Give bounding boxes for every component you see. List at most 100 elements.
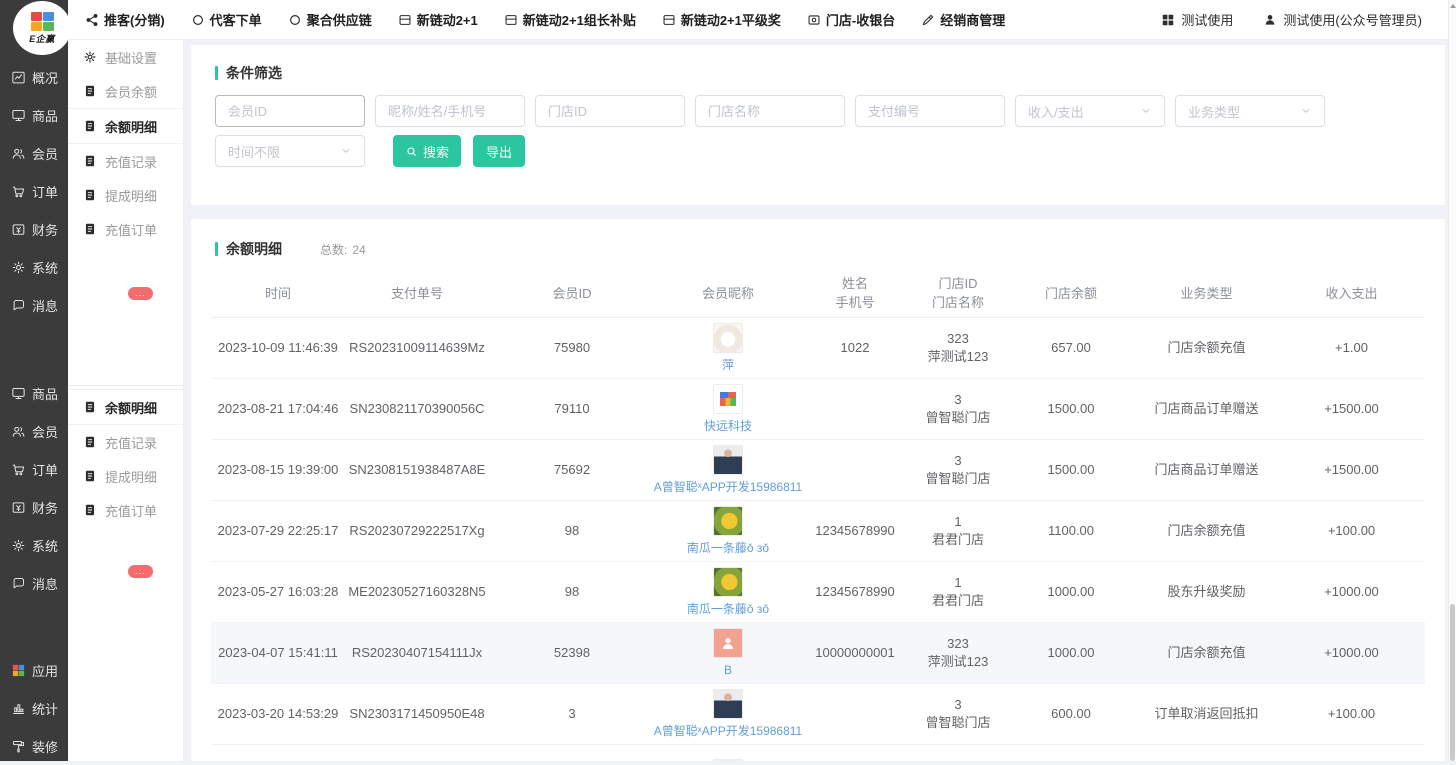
sidebar-label: 商品 <box>32 384 58 403</box>
col-header-income-expense: 收入支出 <box>1278 284 1425 303</box>
sidebar-label: 系统 <box>32 258 58 277</box>
nav-item-leader-subsidy[interactable]: 新链动2+1组长补贴 <box>504 10 636 29</box>
nav-item-chain-2plus1[interactable]: 新链动2+1 <box>398 10 478 29</box>
member-nickname-link[interactable]: A曾智聪ˣAPP开发15986811 <box>654 478 802 496</box>
submenu-item-commission-detail[interactable]: 提成明细 <box>68 178 183 212</box>
nav-item-pos-cashier[interactable]: 门店-收银台 <box>807 10 895 29</box>
app-logo[interactable]: E企赢 <box>13 1 71 55</box>
submenu-label: 充值订单 <box>105 220 157 239</box>
nav-item-peer-award[interactable]: 新链动2+1平级奖 <box>662 10 781 29</box>
submenu-item-balance-detail[interactable]: 余额明细 <box>68 389 183 425</box>
scrollbar-thumb[interactable] <box>1450 604 1455 761</box>
vertical-scrollbar[interactable] <box>1448 0 1456 761</box>
sidebar-item-messages[interactable]: 消息 ... <box>0 286 68 324</box>
submenu-label: 充值记录 <box>105 152 157 171</box>
submenu-item-recharge-records[interactable]: 充值记录 <box>68 425 183 459</box>
cell-time: 2023-03-20 14:53:29 <box>211 705 345 723</box>
chevron-down-icon <box>1140 105 1152 117</box>
message-icon <box>11 298 26 313</box>
col-header-pay-no: 支付单号 <box>345 284 489 303</box>
nav-item-dealer-management[interactable]: 经销商管理 <box>921 10 1005 29</box>
cell-store: 323萍测试123 <box>909 635 1007 671</box>
time-range-select[interactable]: 时间不限 <box>215 135 365 167</box>
sidebar-item-decorate[interactable]: 装修 <box>0 727 68 765</box>
filter-row-1: 收入/支出 业务类型 <box>215 95 1421 127</box>
nav-label: 推客(分销) <box>104 10 165 29</box>
submenu-item-balance-detail[interactable]: 余额明细 <box>68 108 183 144</box>
sidebar-label: 系统 <box>32 536 58 555</box>
sidebar-item-orders[interactable]: 订单 <box>0 172 68 210</box>
sidebar-item-system[interactable]: 系统 <box>0 526 68 564</box>
stats-bars-icon <box>11 701 26 716</box>
store-name-input[interactable] <box>695 95 845 127</box>
panel-icon <box>662 13 676 27</box>
sidebar-item-overview[interactable]: 概况 <box>0 58 68 96</box>
table-title-row: 余额明细 总数:24 <box>191 239 1445 259</box>
submenu-label: 充值记录 <box>105 433 157 452</box>
orders-icon <box>11 462 26 477</box>
cell-nickname: A曾智聪ˣAPP开发15986811 <box>655 445 801 496</box>
table-header-row: 时间 支付单号 会员ID 会员昵称 姓名手机号 门店ID门店名称 门店余额 业务… <box>211 269 1425 318</box>
sidebar-item-messages[interactable]: 消息 ... <box>0 564 68 602</box>
pen-icon <box>921 13 935 27</box>
business-type-select[interactable]: 业务类型 <box>1175 95 1325 127</box>
submenu-label: 会员余额 <box>105 82 157 101</box>
sidebar-item-finance[interactable]: 财务 <box>0 488 68 526</box>
sidebar-label: 财务 <box>32 498 58 517</box>
nav-item-distribution[interactable]: 推客(分销) <box>85 10 165 29</box>
sidebar-item-stats[interactable]: 统计 <box>0 689 68 727</box>
income-expense-select[interactable]: 收入/支出 <box>1015 95 1165 127</box>
sidebar-item-finance[interactable]: 财务 <box>0 210 68 248</box>
member-nickname-link[interactable]: A曾智聪ˣAPP开发15986811 <box>654 722 802 740</box>
cell-store: 3曾智聪门店 <box>909 696 1007 732</box>
logo-text: E企赢 <box>29 32 55 45</box>
member-id-input[interactable] <box>215 95 365 127</box>
logo-mark-icon <box>31 12 54 31</box>
sidebar-item-members[interactable]: 会员 <box>0 134 68 172</box>
cell-member-id: 75980 <box>489 339 655 357</box>
scrollbar-up-arrow-icon[interactable] <box>1450 4 1456 8</box>
submenu-item-member-balance[interactable]: 会员余额 <box>68 74 183 108</box>
member-nickname-link[interactable]: 快远科技 <box>704 417 752 435</box>
system-gear-icon <box>11 538 26 553</box>
submenu-item-basic-settings[interactable]: 基础设置 <box>68 40 183 74</box>
sidebar-item-goods[interactable]: 商品 <box>0 374 68 412</box>
sidebar-item-goods[interactable]: 商品 <box>0 96 68 134</box>
cell-amount: +1500.00 <box>1278 461 1425 479</box>
nav-item-supply-chain[interactable]: 聚合供应链 <box>288 10 372 29</box>
submenu-item-recharge-orders[interactable]: 充值订单 <box>68 212 183 246</box>
sidebar-item-orders[interactable]: 订单 <box>0 450 68 488</box>
cell-pay-no: RS20230729222517Xg <box>345 522 489 540</box>
cell-time: 2023-08-15 19:39:00 <box>211 461 345 479</box>
export-button[interactable]: 导出 <box>473 135 525 167</box>
payment-no-input[interactable] <box>855 95 1005 127</box>
sidebar-item-members[interactable]: 会员 <box>0 412 68 450</box>
search-button[interactable]: 搜索 <box>393 135 461 167</box>
member-nickname-link[interactable]: 南瓜一条藤ǒ зǒ <box>687 539 769 557</box>
col-header-nickname: 会员昵称 <box>655 284 801 303</box>
doc-icon <box>83 503 97 517</box>
nickname-name-phone-input[interactable] <box>375 95 525 127</box>
doc-icon <box>83 154 97 168</box>
doc-icon <box>83 188 97 202</box>
store-id-input[interactable] <box>535 95 685 127</box>
submenu-label: 提成明细 <box>105 186 157 205</box>
submenu-label: 基础设置 <box>105 48 157 67</box>
sidebar-item-system[interactable]: 系统 <box>0 248 68 286</box>
submenu-item-commission-detail[interactable]: 提成明细 <box>68 459 183 493</box>
account-menu[interactable]: 测试使用(公众号管理员) <box>1263 10 1422 29</box>
member-nickname-link[interactable]: 南瓜一条藤ǒ зǒ <box>687 600 769 618</box>
member-nickname-link[interactable]: B <box>724 661 732 679</box>
sidebar-item-apps[interactable]: 应用 <box>0 651 68 689</box>
topbar-right: 测试使用 测试使用(公众号管理员) <box>1161 10 1448 29</box>
chevron-down-icon <box>1300 105 1312 117</box>
select-placeholder: 收入/支出 <box>1028 102 1084 121</box>
export-button-label: 导出 <box>486 142 512 161</box>
member-nickname-link[interactable]: 萍 <box>722 356 734 374</box>
workspace-switcher[interactable]: 测试使用 <box>1161 10 1233 29</box>
balance-detail-card: 余额明细 总数:24 时间 支付单号 会员ID 会员昵称 姓名手机号 门店ID门… <box>191 219 1445 761</box>
submenu-item-recharge-orders[interactable]: 充值订单 <box>68 493 183 527</box>
submenu-item-recharge-records[interactable]: 充值记录 <box>68 144 183 178</box>
nav-item-proxy-order[interactable]: 代客下单 <box>191 10 262 29</box>
cell-store: 3曾智聪门店 <box>909 452 1007 488</box>
